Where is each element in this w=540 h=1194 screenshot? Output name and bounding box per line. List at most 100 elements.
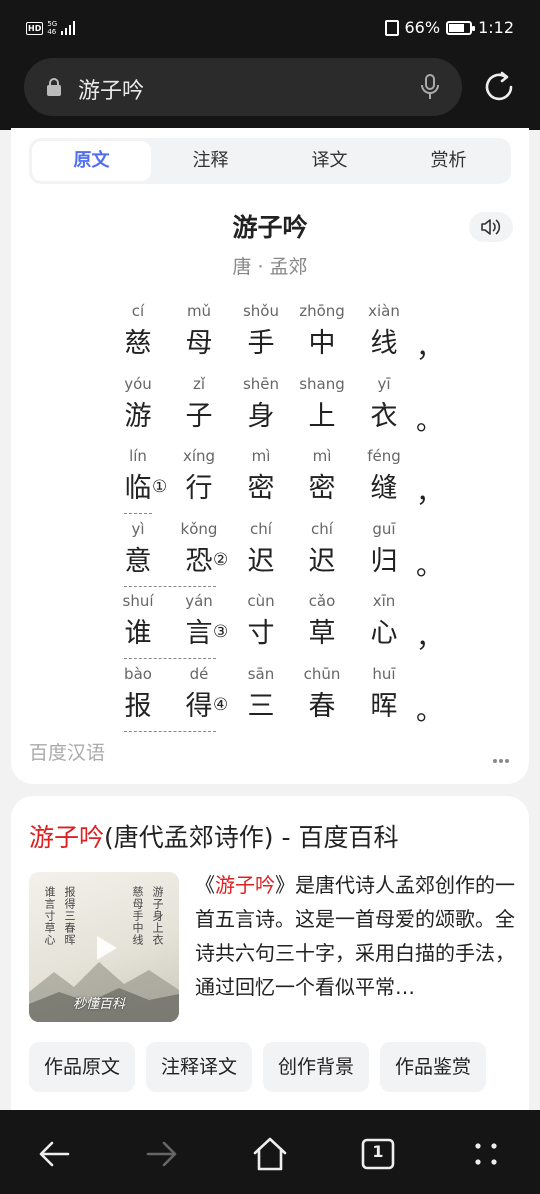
hanzi: 缝 [370, 473, 398, 505]
baike-card: 游子吟(唐代孟郊诗作) - 百度百科 谁言寸草心 报得三春晖 慈母手中线 游子身… [11, 796, 529, 1116]
refresh-icon[interactable] [482, 70, 516, 104]
status-bar: HD 5G 46 66% 1:12 [0, 0, 540, 58]
microphone-icon[interactable] [420, 73, 440, 101]
annotation-underline [124, 658, 216, 660]
tab-original[interactable]: 原文 [32, 141, 151, 181]
hanzi: 行 [185, 473, 213, 505]
network-bottom-label: 46 [47, 28, 57, 36]
poem-char: shǒu 手 [231, 300, 291, 362]
annotation-marker[interactable]: ① [152, 477, 167, 497]
poem-char[interactable]: dé 得 [169, 663, 229, 725]
annotation-marker[interactable]: ③ [213, 622, 228, 642]
home-icon[interactable] [250, 1134, 290, 1174]
hanzi: 母 [185, 328, 213, 359]
chip-appreciation[interactable]: 作品鉴赏 [380, 1042, 487, 1092]
pinyin: xíng [182, 447, 216, 466]
forward-arrow-icon[interactable] [142, 1134, 182, 1174]
baike-description: 《游子吟》是唐代诗人孟郊创作的一首五言诗。这是一首母爱的颂歌。全诗共六句三十字，… [195, 868, 515, 1004]
poem-char[interactable]: yì 意 [108, 518, 168, 580]
punctuation: 。 [416, 696, 443, 727]
source-label[interactable]: 百度汉语 [29, 738, 105, 765]
status-right: 66% 1:12 [384, 18, 514, 37]
hanzi: 衣 [370, 400, 398, 432]
pinyin: cùn [247, 592, 275, 611]
hanzi: 游 [124, 400, 152, 432]
annotation-marker[interactable]: ④ [213, 695, 228, 715]
clock: 1:12 [478, 18, 514, 37]
tab-appreciation[interactable]: 赏析 [389, 141, 508, 181]
pinyin: yóu [124, 374, 152, 393]
menu-dots-icon[interactable] [466, 1134, 506, 1174]
video-logo: 秒懂百科 [73, 997, 126, 1012]
audio-button[interactable] [469, 212, 513, 242]
poem-char[interactable]: xíng 行 [169, 445, 229, 507]
poem-char: mǔ 母 [169, 300, 229, 362]
hanzi: 手 [247, 328, 275, 359]
poem-tabs: 原文 注释 译文 赏析 [29, 138, 511, 184]
chip-background[interactable]: 创作背景 [263, 1042, 370, 1092]
hanzi: 密 [308, 473, 336, 505]
poem-char: mì 密 [231, 445, 291, 507]
more-options-icon[interactable] [491, 748, 509, 767]
hanzi: 草 [308, 618, 336, 650]
poem-char: zhōng 中 [292, 300, 352, 362]
pinyin: sān [247, 665, 275, 683]
annotation-underline [124, 513, 152, 515]
punctuation: ， [416, 333, 443, 364]
tab-translation[interactable]: 译文 [270, 141, 389, 181]
hanzi: 身 [247, 400, 275, 432]
baike-chips: 作品原文 注释译文 创作背景 作品鉴赏 [29, 1042, 487, 1092]
back-arrow-icon[interactable] [34, 1134, 74, 1174]
calligraphy-decoration: 游子身上衣 [151, 886, 164, 946]
pinyin: yì [131, 519, 145, 538]
poem-title: 游子吟 [232, 213, 308, 242]
poem-char[interactable]: yán 言 [169, 590, 229, 652]
pinyin: yán [185, 592, 213, 611]
network-top-label: 5G [47, 20, 58, 28]
pinyin: yī [377, 374, 391, 393]
network-type: 5G 46 [47, 20, 57, 36]
pinyin: shuí [122, 592, 154, 611]
pinyin: chí [311, 519, 333, 538]
poem-char[interactable]: lín 临 [108, 445, 168, 507]
poem-line: cí 慈 mǔ 母 shǒu 手 zhōng 中 xiàn 线 ， [11, 300, 529, 372]
calligraphy-decoration: 报得三春晖 [63, 886, 76, 946]
pinyin: cǎo [308, 592, 336, 611]
poem-char[interactable]: shuí 谁 [108, 590, 168, 652]
video-thumbnail[interactable]: 谁言寸草心 报得三春晖 慈母手中线 游子身上衣 秒懂百科 [29, 872, 179, 1022]
poem-char: shēn 身 [231, 373, 291, 435]
chip-annotation-translation[interactable]: 注释译文 [146, 1042, 253, 1092]
baike-title-rest: (唐代孟郊诗作) - 百度百科 [104, 823, 399, 852]
punctuation: 。 [416, 550, 443, 582]
baike-title[interactable]: 游子吟(唐代孟郊诗作) - 百度百科 [29, 818, 398, 854]
pinyin: zhōng [299, 302, 345, 320]
hanzi: 慈 [124, 328, 152, 359]
desc-highlight: 游子吟 [215, 873, 275, 897]
play-icon[interactable] [89, 932, 121, 964]
poem-line: shuí 谁 yán 言 cùn 寸 cǎo 草 xīn 心 ③ ， [11, 590, 529, 662]
poem-char: xiàn 线 [354, 300, 414, 362]
pinyin: mì [312, 447, 332, 466]
pinyin: xīn [372, 592, 396, 611]
annotation-marker[interactable]: ② [213, 550, 228, 570]
calligraphy-decoration: 慈母手中线 [131, 886, 144, 946]
poem-char[interactable]: kǒng 恐 [169, 518, 229, 580]
hanzi: 报 [124, 691, 152, 722]
poem-char: cùn 寸 [231, 590, 291, 652]
pinyin: mì [251, 447, 271, 466]
address-text[interactable]: 游子吟 [78, 73, 144, 105]
poem-char: zǐ 子 [169, 373, 229, 435]
browser-header: 游子吟 [0, 58, 540, 130]
tab-switcher-button[interactable]: 1 [358, 1134, 398, 1174]
hanzi: 密 [247, 473, 275, 505]
tab-annotation[interactable]: 注释 [151, 141, 270, 181]
poem-char[interactable]: bào 报 [108, 663, 168, 725]
poem-char: féng 缝 [354, 445, 414, 507]
hanzi: 上 [308, 400, 336, 432]
bottom-navigation: 1 [0, 1110, 540, 1194]
address-bar[interactable]: 游子吟 [24, 58, 462, 116]
punctuation: ， [416, 623, 443, 655]
hanzi: 寸 [247, 618, 275, 650]
hanzi: 迟 [308, 545, 336, 577]
chip-original-text[interactable]: 作品原文 [29, 1042, 136, 1092]
